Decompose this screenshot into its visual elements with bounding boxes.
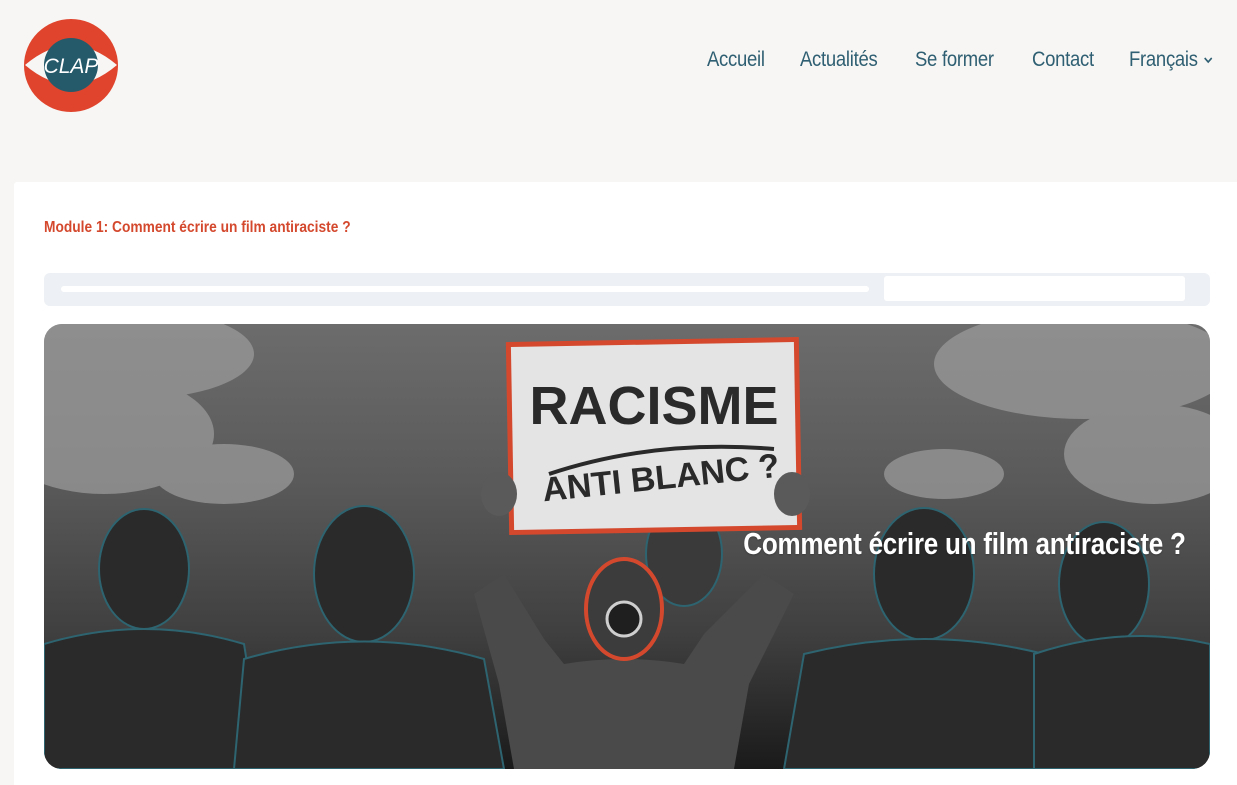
nav-se-former-label: Se former	[915, 48, 994, 71]
chevron-down-icon	[1204, 57, 1213, 64]
nav-contact-label: Contact	[1031, 48, 1094, 71]
module-card: Module 1: Comment écrire un film antirac…	[14, 182, 1237, 785]
language-selector[interactable]: Français	[1129, 48, 1214, 72]
sign-line1: RACISME	[529, 376, 778, 436]
clap-logo[interactable]: CLAP	[23, 18, 119, 113]
site-header: CLAP Accueil Actualités Se former Contac…	[0, 0, 1237, 130]
nav-accueil-label: Accueil	[707, 48, 766, 71]
hero-caption: Comment écrire un film antiraciste ?	[743, 526, 1187, 561]
nav-actualites-label: Actualités	[800, 48, 878, 71]
nav-contact[interactable]: Contact	[1032, 48, 1094, 72]
progress-track	[61, 286, 869, 292]
progress-status-box	[884, 276, 1185, 301]
main-nav: Accueil Actualités Se former Contact Fra…	[707, 48, 1225, 72]
module-title: Module 1: Comment écrire un film antirac…	[44, 219, 351, 236]
progress-bar	[44, 273, 1210, 306]
logo-text: CLAP	[44, 55, 99, 78]
language-label: Français	[1128, 48, 1198, 71]
nav-actualites[interactable]: Actualités	[800, 48, 878, 72]
nav-se-former[interactable]: Se former	[915, 48, 994, 72]
nav-accueil[interactable]: Accueil	[707, 48, 765, 72]
hero-image: RACISME ANTI BLANC ? Comment écrire un f…	[44, 324, 1210, 769]
